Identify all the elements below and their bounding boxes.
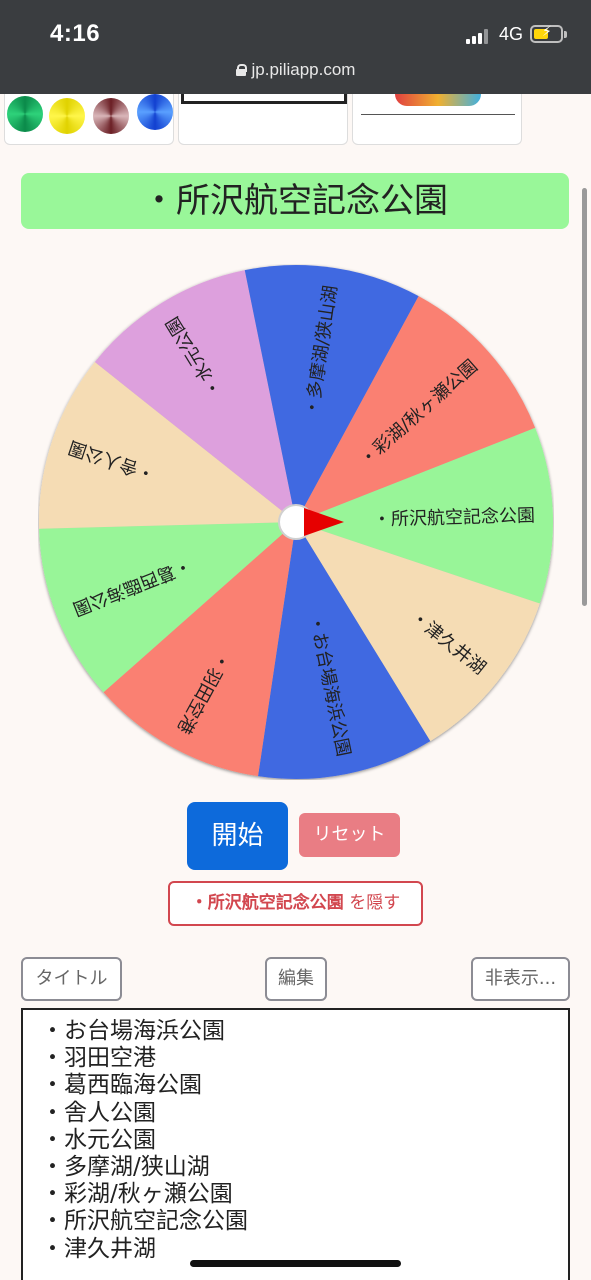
frame-graphic — [181, 94, 347, 104]
hide-menu-button[interactable]: 非表示... — [471, 957, 570, 1001]
hide-result-suffix: を隠す — [343, 893, 401, 913]
items-textarea[interactable]: ・お台場海浜公園 ・羽田空港 ・葛西臨海公園 ・舎人公園 ・水元公園 ・多摩湖/… — [21, 1008, 570, 1280]
roulette-wheel[interactable]: ・所沢航空記念公園 ・津久井湖 ・お台場海浜公園 ・羽田空港 ・葛西臨海公園 ・舎人公園・… — [38, 264, 554, 780]
list-item: ・羽田空港 — [41, 1045, 156, 1072]
hide-result-button[interactable]: ・所沢航空記念公園 を隠す — [168, 881, 423, 926]
hide-result-item: ・所沢航空記念公園 — [190, 893, 344, 913]
thumbnail-diagram[interactable] — [352, 94, 522, 145]
pinwheel-green-icon — [7, 96, 43, 132]
diagram-graphic — [395, 94, 481, 106]
wheel-svg[interactable]: ・所沢航空記念公園・津久井湖・お台場海浜公園・羽田空港・葛西臨海公園・舎人公園・… — [38, 264, 554, 780]
result-title: ・所沢航空記念公園 — [21, 173, 569, 229]
diagram-line — [361, 114, 515, 115]
edit-button[interactable]: 編集 — [265, 957, 327, 1001]
reset-button[interactable]: リセット — [299, 813, 400, 857]
clock: 4:16 — [50, 20, 101, 47]
list-item: ・葛西臨海公園 — [41, 1072, 202, 1099]
list-item: ・彩湖/秋ヶ瀬公園 — [41, 1181, 233, 1208]
list-item: ・津久井湖 — [41, 1235, 156, 1262]
related-thumbnails — [0, 94, 591, 146]
page-scrollbar[interactable] — [582, 188, 587, 606]
list-item: ・舎人公園 — [41, 1099, 156, 1126]
pinwheel-yellow-icon — [49, 98, 85, 134]
wheel-segment-label: ・所沢航空記念公園 — [373, 504, 536, 530]
lock-icon — [235, 64, 247, 76]
pinwheel-blue-icon — [137, 94, 173, 130]
list-item: ・お台場海浜公園 — [41, 1018, 225, 1044]
pinwheel-maroon-icon — [93, 98, 129, 134]
signal-icon — [466, 28, 492, 44]
address-bar[interactable]: jp.piliapp.com — [0, 60, 591, 80]
list-item: ・所沢航空記念公園 — [41, 1208, 248, 1235]
thumbnail-pinwheels[interactable] — [4, 94, 174, 145]
home-indicator[interactable] — [190, 1260, 401, 1267]
thumbnail-frame[interactable] — [178, 94, 348, 145]
start-button[interactable]: 開始 — [187, 802, 288, 870]
status-bar: 4:16 4G ⚡ jp.piliapp.com — [0, 0, 591, 94]
url-text: jp.piliapp.com — [251, 60, 356, 79]
list-item: ・多摩湖/狭山湖 — [41, 1154, 210, 1181]
battery-icon: ⚡ — [530, 24, 567, 43]
list-item: ・水元公園 — [41, 1126, 156, 1153]
network-type: 4G — [499, 24, 524, 44]
title-button[interactable]: タイトル — [21, 957, 122, 1001]
